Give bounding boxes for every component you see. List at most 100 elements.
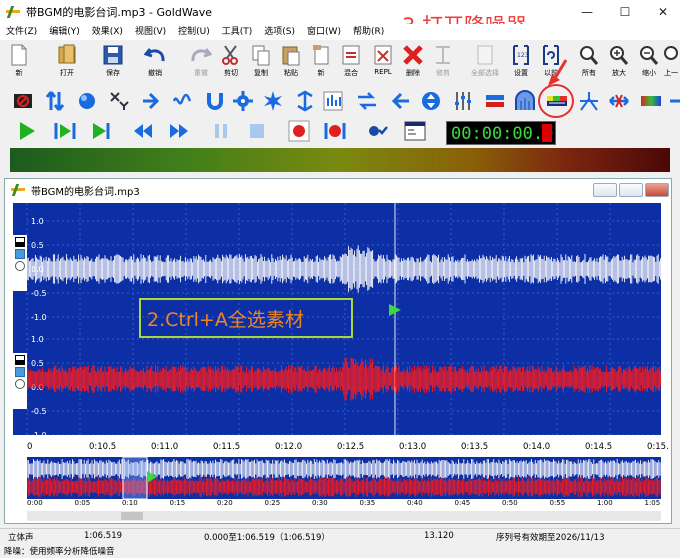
overview-tick-label: 1:00 [597, 499, 613, 507]
overview-tick-label: 0:55 [549, 499, 566, 507]
time-ruler-label: 0 [27, 442, 33, 452]
menu-edit[interactable]: 编辑(Y) [43, 24, 86, 40]
arrow-left-icon[interactable] [390, 90, 412, 112]
mix-icon [342, 45, 360, 65]
time-ruler[interactable]: 0 0:10.5 0:11.0 0:11.5 0:12.0 0:12.5 0:13.0 0:1… [27, 437, 669, 455]
mix-button[interactable]: 混合 [336, 43, 366, 83]
redo-button[interactable]: 重做 [186, 43, 216, 83]
fast-forward-icon[interactable] [168, 120, 190, 142]
cut-button[interactable]: 剪切 [216, 43, 246, 83]
zoom-in-button[interactable]: 放大 [604, 43, 634, 83]
save-button[interactable]: 保存 [98, 43, 128, 83]
fork-icon[interactable] [578, 90, 600, 112]
play-selection-icon[interactable] [54, 120, 76, 142]
xy-icon[interactable] [108, 90, 130, 112]
magnet-icon[interactable] [204, 90, 226, 112]
menu-tools[interactable]: 工具(T) [216, 24, 259, 40]
copy-button[interactable]: 复制 [246, 43, 276, 83]
scrollbar-thumb[interactable] [121, 512, 143, 520]
zoom-out-button[interactable]: 缩小 [634, 43, 664, 83]
child-restore-button[interactable] [619, 183, 643, 197]
child-minimize-button[interactable] [593, 183, 617, 197]
menu-view[interactable]: 视图(V) [129, 24, 172, 40]
maximize-button[interactable]: ☐ [608, 0, 642, 24]
pause-icon[interactable] [210, 120, 232, 142]
undo-button[interactable]: 撤销 [140, 43, 170, 83]
expand-arrows-icon[interactable] [294, 90, 316, 112]
overview-ruler: 0:00 0:05 0:10 0:15 0:20 0:25 0:30 0:35 0:40 0:45… [27, 499, 661, 509]
horizontal-scrollbar[interactable] [27, 511, 661, 521]
record-selection-icon[interactable] [324, 120, 346, 142]
menu-window[interactable]: 窗口(W) [301, 24, 347, 40]
spectrum-icon[interactable] [640, 90, 662, 112]
channel-color-icon[interactable] [15, 237, 25, 247]
flat-icon[interactable] [668, 90, 680, 112]
trim-button[interactable]: 修剪 [428, 43, 458, 83]
cross-arrows-icon[interactable] [608, 90, 630, 112]
minimize-button[interactable]: — [570, 0, 604, 24]
wave-icon[interactable] [172, 90, 194, 112]
stop-icon[interactable] [246, 120, 268, 142]
overview-view-region[interactable] [122, 456, 148, 500]
record-icon[interactable] [288, 120, 310, 142]
sliders-icon[interactable] [452, 90, 474, 112]
overview-waveform[interactable] [26, 456, 661, 500]
menu-help[interactable]: 帮助(R) [347, 24, 390, 40]
set-button[interactable]: 123 设置 [506, 43, 536, 83]
arch-icon[interactable] [514, 90, 536, 112]
arrow-right-icon[interactable] [140, 90, 162, 112]
updown-arrows-icon[interactable] [44, 90, 66, 112]
monitor-record-icon[interactable] [366, 120, 388, 142]
right-channel-waveform [26, 357, 662, 401]
overview-tick-label: 0:00 [27, 499, 43, 507]
zoom-all-button[interactable]: 所有 [574, 43, 604, 83]
gear-icon[interactable] [232, 90, 254, 112]
menu-options[interactable]: 选项(S) [258, 24, 301, 40]
time-ruler-label: 0:11.5 [213, 442, 241, 452]
delete-button[interactable]: 删除 [398, 43, 428, 83]
left-channel-checkbox[interactable] [15, 249, 25, 259]
sphere-icon[interactable] [76, 90, 98, 112]
level-meter-bar [10, 148, 670, 172]
annotation-arrow-icon [548, 59, 568, 86]
main-toolbar: 新 打开 保存 撤销 重做 剪切 复制 粘贴 新 混合 REPL 删除 修剪 全… [0, 40, 680, 86]
equalizer-grid-icon[interactable] [322, 90, 344, 112]
amplitude-label: -0.5 [31, 407, 47, 416]
channel-mode: 立体声 [8, 533, 34, 543]
menu-control[interactable]: 控制(U) [172, 24, 216, 40]
amplitude-label: 1.0 [31, 217, 44, 226]
replace-button[interactable]: REPL [368, 43, 398, 83]
open-button[interactable]: 打开 [52, 43, 82, 83]
time-ruler-label: 0:14.0 [523, 442, 551, 452]
right-channel-solo-radio[interactable] [15, 379, 25, 389]
selection-range: 0.000至1:06.519（1:06.519） [204, 533, 330, 543]
play-to-end-icon[interactable] [90, 120, 112, 142]
burst-icon[interactable] [262, 90, 284, 112]
new-button[interactable]: 新 [4, 43, 34, 83]
window-title: 带BGM的电影台词.mp3 - GoldWave [26, 6, 213, 19]
menu-effects[interactable]: 效果(X) [86, 24, 129, 40]
time-ruler-label: 0:13.0 [399, 442, 427, 452]
rewind-icon[interactable] [132, 120, 154, 142]
right-channel-checkbox[interactable] [15, 367, 25, 377]
menu-file[interactable]: 文件(Z) [0, 24, 43, 40]
pipe-icon[interactable] [484, 90, 506, 112]
control-properties-icon[interactable] [404, 120, 426, 142]
stop-sign-icon[interactable] [12, 90, 34, 112]
close-button[interactable]: ✕ [646, 0, 680, 24]
child-close-button[interactable] [645, 183, 669, 197]
channel-color-icon[interactable] [15, 355, 25, 365]
play-icon[interactable] [16, 120, 38, 142]
select-all-button[interactable]: 全部选择 [470, 43, 500, 83]
paste-new-icon [313, 45, 329, 65]
paste-button[interactable]: 粘贴 [276, 43, 306, 83]
time-ruler-label: 0:14.5 [585, 442, 613, 452]
paste-new-button[interactable]: 新 [306, 43, 336, 83]
zoom-previous-button[interactable]: 上一 [662, 43, 680, 83]
swap-arrows-icon[interactable] [356, 90, 378, 112]
overview-canvas[interactable] [26, 456, 661, 500]
updown-circle-icon[interactable] [420, 90, 442, 112]
time-ruler-label: 0:10.5 [89, 442, 117, 452]
zoom-out-icon [640, 46, 659, 65]
left-channel-solo-radio[interactable] [15, 261, 25, 271]
